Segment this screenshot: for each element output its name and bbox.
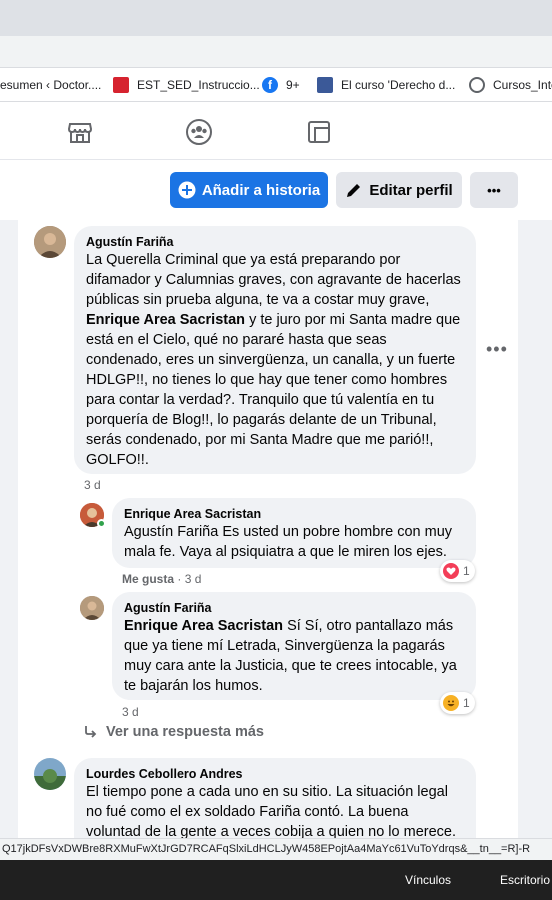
online-status-icon (97, 519, 106, 528)
more-options-button[interactable]: ••• (470, 172, 518, 208)
bookmark-item[interactable]: El curso 'Derecho d... (317, 76, 455, 94)
comment-text: Agustín Fariña Es usted un pobre hombre … (124, 524, 453, 560)
avatar[interactable] (80, 596, 104, 620)
comment-options-icon[interactable]: ••• (486, 340, 507, 358)
avatar-photo (34, 758, 66, 790)
comment-author[interactable]: Agustín Fariña (124, 600, 464, 616)
more-replies-label: Ver una respuesta más (106, 724, 264, 740)
bookmark-item[interactable]: EST_SED_Instruccio... (113, 76, 260, 94)
avatar[interactable] (34, 226, 66, 258)
globe-icon (469, 77, 485, 93)
bookmark-item[interactable]: esumen ‹ Doctor.... (0, 76, 101, 94)
bookmark-label: esumen ‹ Doctor.... (0, 78, 102, 92)
comment-timestamp[interactable]: 3 d (122, 705, 139, 719)
comment-timestamp[interactable]: 3 d (84, 478, 101, 492)
comment-bubble: Agustín Fariña La Querella Criminal que … (74, 226, 476, 474)
groups-icon[interactable] (185, 118, 213, 146)
taskbar-links-toolbar[interactable]: Vínculos (405, 873, 451, 887)
mention-link[interactable]: Enrique Area Sacristan (124, 618, 283, 634)
haha-icon (443, 695, 459, 711)
reply-bubble: Enrique Area Sacristan Agustín Fariña Es… (112, 498, 476, 568)
bookmark-label: EST_SED_Instruccio... (137, 78, 260, 92)
add-story-button[interactable]: Añadir a historia (170, 172, 328, 208)
bookmark-label: 9+ (286, 78, 300, 92)
gaming-icon[interactable] (305, 118, 333, 146)
mention-link[interactable]: Enrique Area Sacristan (86, 312, 245, 328)
reaction-badge[interactable]: 1 (440, 560, 475, 582)
browser-address-area (0, 36, 552, 68)
bookmark-label: El curso 'Derecho d... (341, 78, 456, 92)
profile-actions: Añadir a historia Editar perfil ••• (0, 160, 552, 220)
separator: · (174, 572, 185, 586)
browser-tab-strip (0, 0, 552, 36)
edit-profile-button[interactable]: Editar perfil (336, 172, 462, 208)
edit-profile-label: Editar perfil (369, 181, 453, 199)
comment-text-part: La Querella Criminal que ya está prepara… (86, 252, 461, 308)
love-icon (443, 563, 459, 579)
facebook-navbar (0, 102, 552, 160)
reaction-badge[interactable]: 1 (440, 692, 475, 714)
bookmark-label: Cursos_Inte (493, 78, 552, 92)
comment-author[interactable]: Enrique Area Sacristan (124, 506, 464, 522)
avatar[interactable] (34, 758, 66, 790)
more-replies-link[interactable]: Ver una respuesta más (84, 724, 264, 740)
reaction-count: 1 (463, 696, 470, 710)
avatar-photo (34, 226, 66, 258)
bookmarks-bar: esumen ‹ Doctor.... EST_SED_Instruccio..… (0, 68, 552, 102)
avatar-photo (80, 596, 104, 620)
pencil-icon (347, 184, 361, 197)
comment-text: El tiempo pone a cada uno en su sitio. L… (86, 784, 456, 840)
comment-text-part: y te juro por mi Santa madre que está en… (86, 312, 461, 468)
facebook-icon: f (262, 77, 278, 93)
comment-timestamp[interactable]: 3 d (185, 572, 202, 586)
comment-text: Enrique Area Sacristan Sí Sí, otro panta… (124, 616, 464, 696)
reply-arrow-icon (85, 726, 97, 738)
reply-meta: Me gusta · 3 d (122, 572, 201, 586)
add-story-label: Añadir a historia (201, 181, 321, 199)
windows-taskbar: Vínculos Escritorio (0, 860, 552, 900)
bookmark-item[interactable]: f 9+ (262, 76, 300, 94)
madrid-icon (113, 77, 129, 93)
reply-bubble: Agustín Fariña Enrique Area Sacristan Sí… (112, 592, 476, 700)
more-options-label: ••• (487, 182, 501, 198)
comment-text: La Querella Criminal que ya está prepara… (86, 250, 464, 470)
site-icon (317, 77, 333, 93)
plus-circle-icon (178, 181, 196, 199)
status-bar-url: Q17jkDFsVxDWBre8RXMuFwXtJrGD7RCAFqSlxiLd… (0, 838, 552, 860)
marketplace-icon[interactable] (66, 118, 94, 146)
taskbar-desktop-toolbar[interactable]: Escritorio (500, 873, 550, 887)
like-link[interactable]: Me gusta (122, 572, 174, 586)
reaction-count: 1 (463, 564, 470, 578)
comment-author[interactable]: Agustín Fariña (86, 234, 464, 250)
bookmark-item[interactable]: Cursos_Inte (469, 76, 552, 94)
comment-author[interactable]: Lourdes Cebollero Andres (86, 766, 464, 782)
